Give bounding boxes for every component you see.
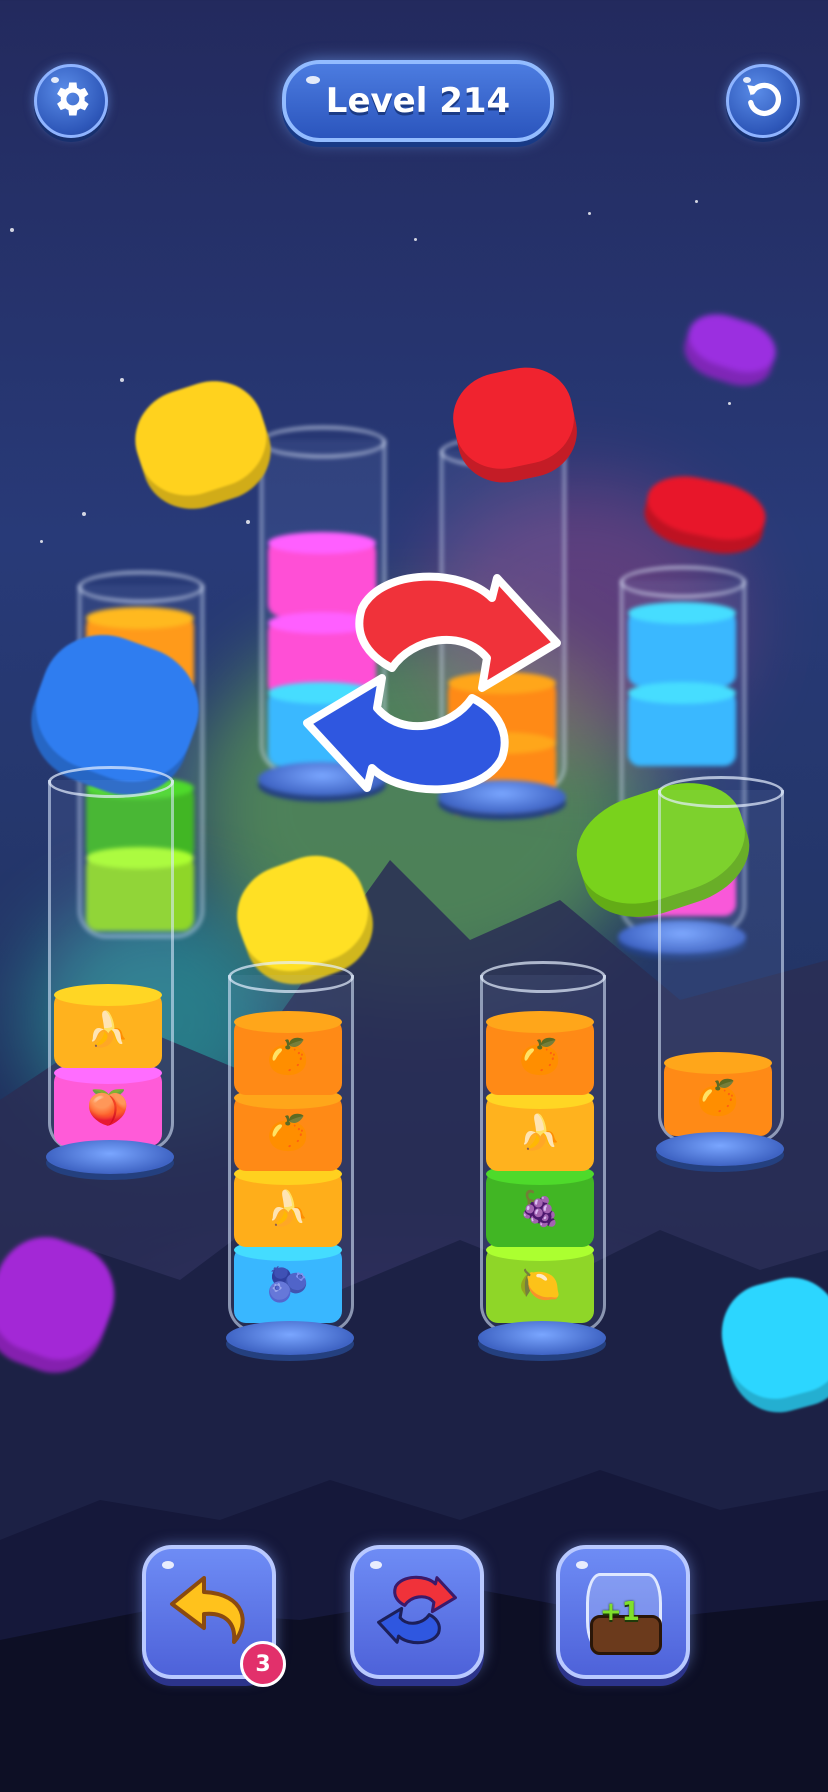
tube-layer: 🍌 [486,1095,594,1171]
tube-1[interactable]: 🍑 🍌 [46,766,178,1190]
tube-layer: 🍊 [486,1019,594,1095]
grape-leaf-icon: 🍇 [518,1189,562,1229]
shuffle-icon [374,1568,460,1656]
restart-icon [742,78,784,124]
orange-icon: 🍊 [266,1037,310,1077]
tube-4[interactable]: 🍊 [656,776,788,1190]
shuffle-button[interactable] [350,1545,484,1679]
peach-icon: 🍑 [86,1088,130,1128]
lime-icon: 🍋 [518,1265,562,1305]
level-label: Level 214 [325,81,511,121]
shuffle-animation-icon [303,572,561,794]
tube-layer: 🍇 [486,1171,594,1247]
add-tube-label: +1 [600,1597,640,1627]
banana-icon: 🍌 [86,1010,130,1050]
tube-layer: 🍌 [54,992,162,1068]
orange-icon: 🍊 [518,1037,562,1077]
undo-icon [164,1570,254,1654]
tube-layer: 🍋 [486,1247,594,1323]
tube-layer: 🍊 [234,1019,342,1095]
add-tube-icon: +1 [586,1569,662,1655]
level-indicator: Level 214 [282,60,554,142]
tube-layer: 🫐 [234,1247,342,1323]
gear-icon [49,77,93,125]
tube-3[interactable]: 🍋 🍇 🍌 🍊 [478,961,610,1375]
add-tube-button[interactable]: +1 [556,1545,690,1679]
undo-count-badge: 3 [240,1641,286,1687]
banana-icon: 🍌 [518,1113,562,1153]
orange-icon: 🍊 [696,1078,740,1118]
restart-button[interactable] [726,64,800,138]
tube-layer: 🍊 [234,1095,342,1171]
settings-button[interactable] [34,64,108,138]
banana-icon: 🍌 [266,1189,310,1229]
tube-layer: 🍌 [234,1171,342,1247]
tube-layer: 🍊 [664,1060,772,1136]
tube-layer: 🍑 [54,1070,162,1146]
blueberry-icon: 🫐 [266,1265,310,1305]
orange-icon: 🍊 [266,1113,310,1153]
tube-2[interactable]: 🫐 🍌 🍊 🍊 [226,961,358,1375]
